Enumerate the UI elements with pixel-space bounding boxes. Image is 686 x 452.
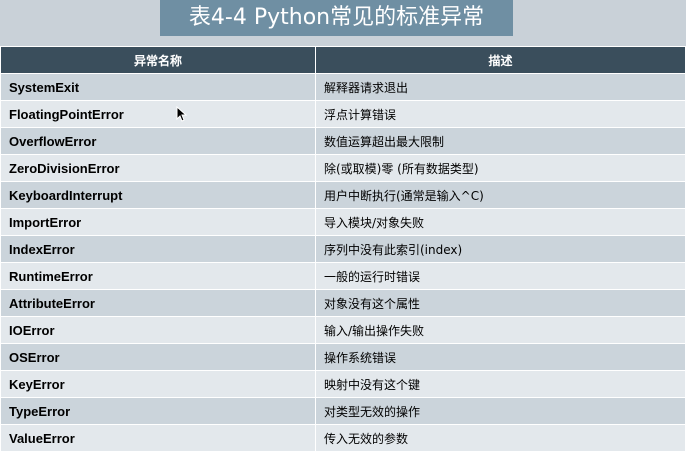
exception-description: 导入模块/对象失败 xyxy=(315,208,686,236)
exception-name: SystemExit xyxy=(0,73,316,101)
table-row: TypeError 对类型无效的操作 xyxy=(0,397,686,425)
table-row: ZeroDivisionError 除(或取模)零 (所有数据类型) xyxy=(0,154,686,182)
table-row: ValueError 传入无效的参数 xyxy=(0,424,686,452)
exception-description: 输入/输出操作失败 xyxy=(315,316,686,344)
table-row: SystemExit 解释器请求退出 xyxy=(0,73,686,101)
exception-description: 序列中没有此索引(index) xyxy=(315,235,686,263)
exception-table-container: 异常名称 描述 SystemExit 解释器请求退出 FloatingPoint… xyxy=(0,46,686,452)
exception-name: RuntimeError xyxy=(0,262,316,290)
title-banner: 表4-4 Python常见的标准异常 xyxy=(160,0,513,36)
exception-description: 一般的运行时错误 xyxy=(315,262,686,290)
table-row: AttributeError 对象没有这个属性 xyxy=(0,289,686,317)
exception-description: 除(或取模)零 (所有数据类型) xyxy=(315,154,686,182)
table-row: RuntimeError 一般的运行时错误 xyxy=(0,262,686,290)
page-title: 表4-4 Python常见的标准异常 xyxy=(188,5,485,30)
exception-description: 对类型无效的操作 xyxy=(315,397,686,425)
table-row: KeyboardInterrupt 用户中断执行(通常是输入^C) xyxy=(0,181,686,209)
table-row: OSError 操作系统错误 xyxy=(0,343,686,371)
exception-name: KeyboardInterrupt xyxy=(0,181,316,209)
exception-description: 映射中没有这个键 xyxy=(315,370,686,398)
exception-name: OSError xyxy=(0,343,316,371)
table-row: IndexError 序列中没有此索引(index) xyxy=(0,235,686,263)
exception-name: KeyError xyxy=(0,370,316,398)
exception-name: AttributeError xyxy=(0,289,316,317)
exception-table: 异常名称 描述 SystemExit 解释器请求退出 FloatingPoint… xyxy=(0,46,686,452)
table-header-row: 异常名称 描述 xyxy=(0,46,686,74)
exception-description: 解释器请求退出 xyxy=(315,73,686,101)
table-row: OverflowError 数值运算超出最大限制 xyxy=(0,127,686,155)
exception-name: ZeroDivisionError xyxy=(0,154,316,182)
exception-description: 对象没有这个属性 xyxy=(315,289,686,317)
table-row: IOError 输入/输出操作失败 xyxy=(0,316,686,344)
table-row: KeyError 映射中没有这个键 xyxy=(0,370,686,398)
exception-description: 传入无效的参数 xyxy=(315,424,686,452)
table-row: ImportError 导入模块/对象失败 xyxy=(0,208,686,236)
exception-name: TypeError xyxy=(0,397,316,425)
exception-name: IOError xyxy=(0,316,316,344)
column-header-description: 描述 xyxy=(315,46,686,74)
exception-name: ValueError xyxy=(0,424,316,452)
column-header-name: 异常名称 xyxy=(0,46,316,74)
exception-name: ImportError xyxy=(0,208,316,236)
exception-description: 用户中断执行(通常是输入^C) xyxy=(315,181,686,209)
exception-description: 数值运算超出最大限制 xyxy=(315,127,686,155)
exception-name: FloatingPointError xyxy=(0,100,316,128)
exception-description: 操作系统错误 xyxy=(315,343,686,371)
exception-name: IndexError xyxy=(0,235,316,263)
table-row: FloatingPointError 浮点计算错误 xyxy=(0,100,686,128)
exception-name: OverflowError xyxy=(0,127,316,155)
exception-description: 浮点计算错误 xyxy=(315,100,686,128)
